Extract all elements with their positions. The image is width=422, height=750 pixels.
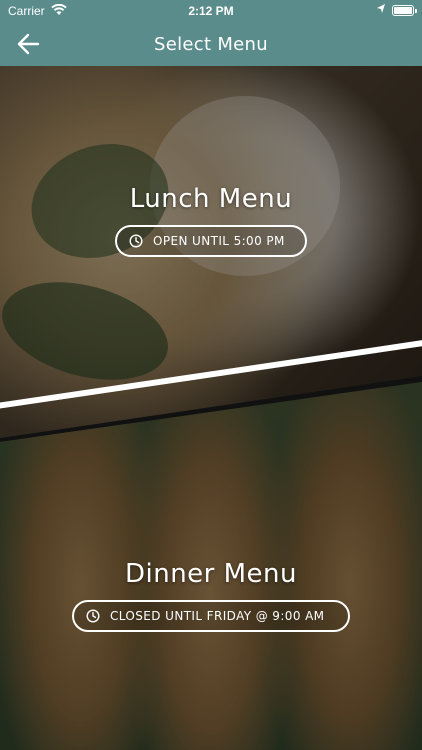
status-time: 2:12 PM	[188, 4, 234, 18]
clock-icon	[129, 234, 143, 248]
menu-panels: Dinner Menu CLOSED UNTIL FRIDAY @ 9:00 A…	[0, 66, 422, 750]
dinner-menu-title: Dinner Menu	[124, 559, 298, 589]
dinner-status-text: CLOSED UNTIL FRIDAY @ 9:00 AM	[110, 609, 325, 623]
navigation-bar: Select Menu	[0, 22, 422, 66]
lunch-menu-title: Lunch Menu	[129, 184, 293, 214]
dinner-status-badge: CLOSED UNTIL FRIDAY @ 9:00 AM	[72, 600, 350, 632]
lunch-status-badge: OPEN UNTIL 5:00 PM	[115, 225, 307, 257]
status-bar: Carrier 2:12 PM	[0, 0, 422, 22]
lunch-status-text: OPEN UNTIL 5:00 PM	[153, 234, 285, 248]
location-arrow-icon	[376, 3, 386, 18]
battery-icon	[392, 5, 417, 16]
clock-icon	[86, 609, 100, 623]
page-title: Select Menu	[154, 34, 268, 55]
lunch-menu-card[interactable]: Lunch Menu OPEN UNTIL 5:00 PM	[0, 66, 422, 438]
